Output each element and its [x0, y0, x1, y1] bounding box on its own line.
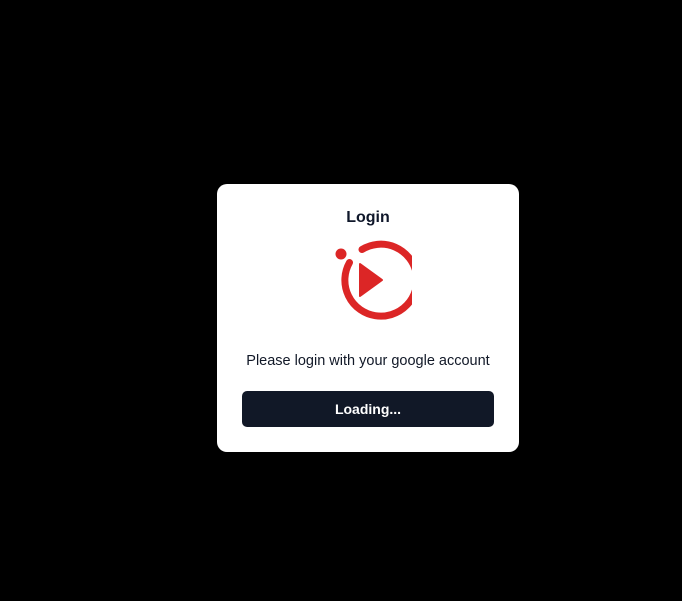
modal-title: Login [346, 209, 390, 226]
login-instruction: Please login with your google account [246, 353, 490, 369]
login-modal: Login Please login with your google acco… [217, 184, 519, 452]
google-login-button[interactable]: Loading... [242, 391, 494, 427]
play-circle-logo-icon [326, 238, 412, 324]
page-backdrop: Login Please login with your google acco… [0, 0, 682, 601]
